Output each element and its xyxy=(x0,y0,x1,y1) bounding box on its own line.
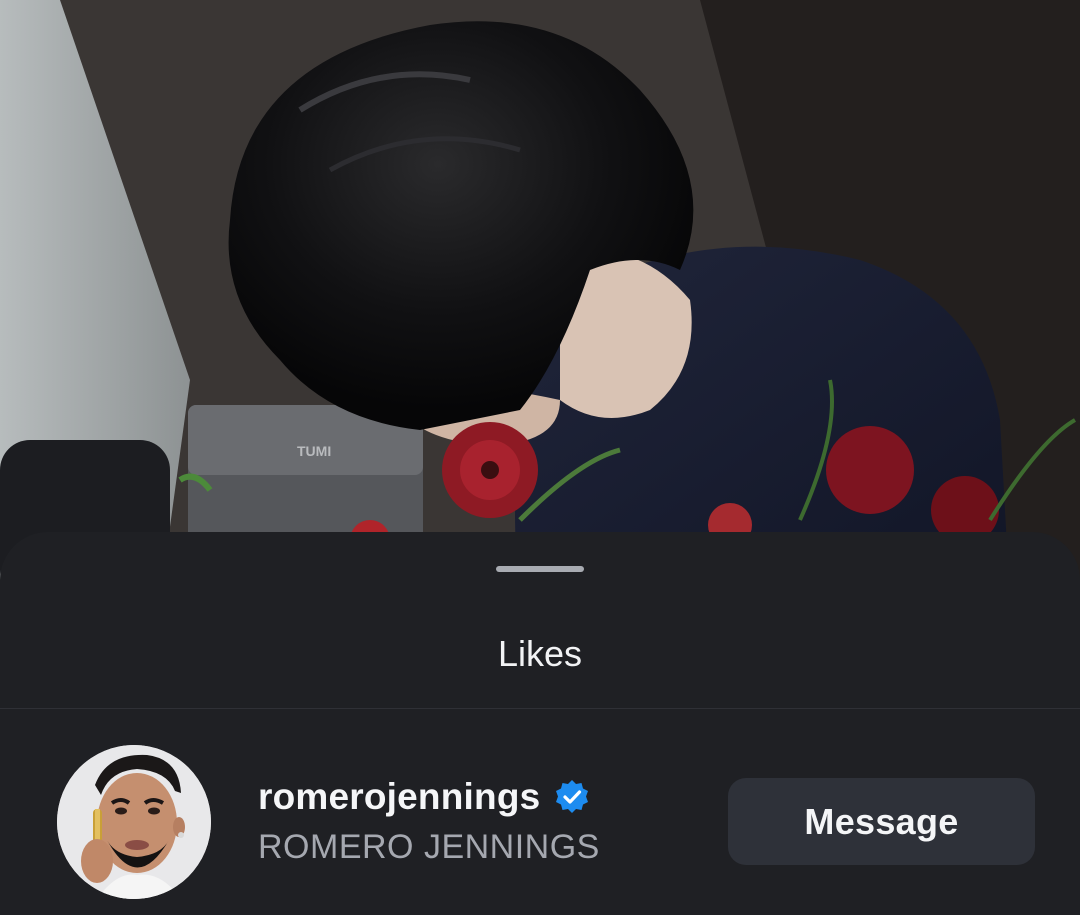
user-names: romerojennings ROMERO JENNINGS xyxy=(258,775,600,867)
likes-screen: TUMI Likes romerojennings ROMERO JENNING… xyxy=(0,0,1080,915)
username-line: romerojennings xyxy=(258,775,600,819)
username[interactable]: romerojennings xyxy=(258,775,540,819)
likes-list-item[interactable]: romerojennings ROMERO JENNINGS Message xyxy=(0,709,1080,915)
message-button[interactable]: Message xyxy=(728,778,1035,865)
svg-text:TUMI: TUMI xyxy=(297,443,331,459)
sheet-grabber-handle[interactable] xyxy=(496,566,584,572)
likes-sheet: Likes romerojennings ROMERO JENNINGS Mes… xyxy=(0,532,1080,915)
avatar[interactable] xyxy=(57,745,211,899)
verified-badge-icon xyxy=(554,779,590,815)
sheet-title: Likes xyxy=(497,633,583,674)
full-name: ROMERO JENNINGS xyxy=(258,828,600,866)
post-photo: TUMI xyxy=(0,0,1080,600)
